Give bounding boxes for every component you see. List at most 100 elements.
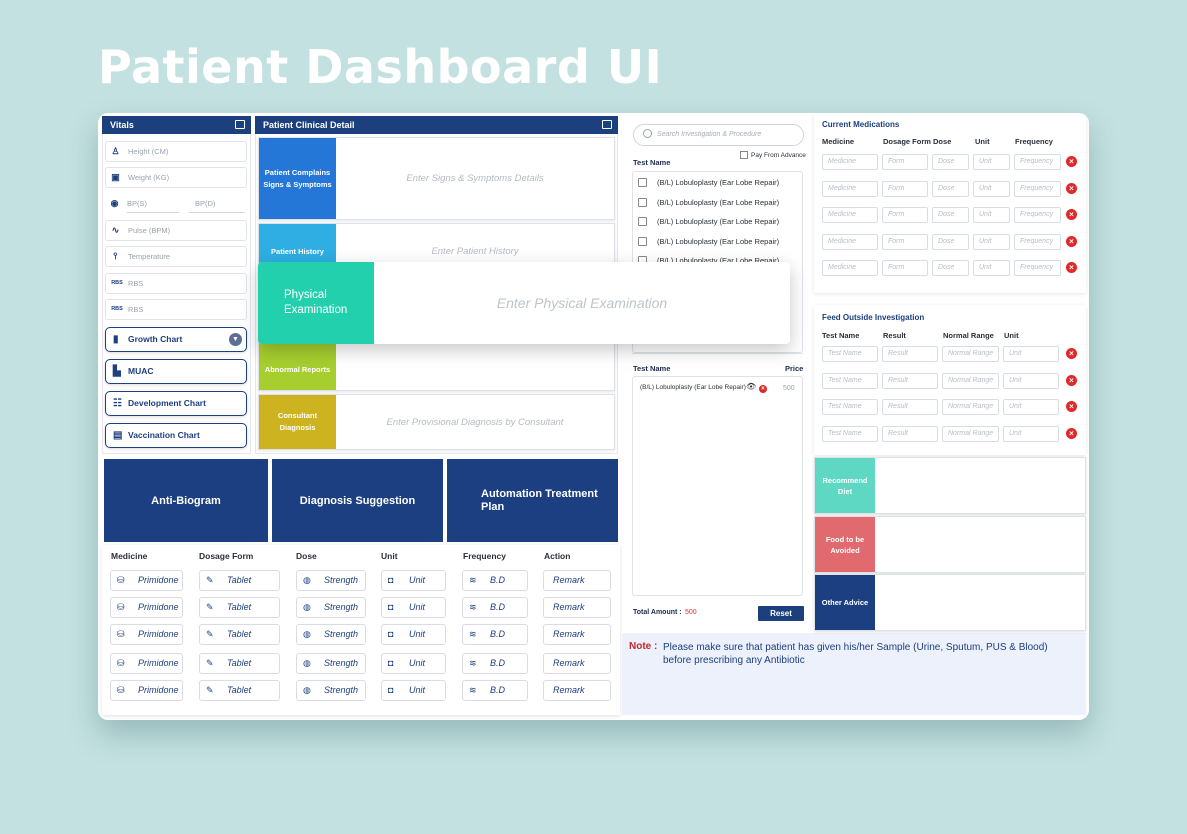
remove-icon[interactable]: × [759, 385, 767, 393]
physical-examination-input[interactable]: Enter Physical Examination [374, 262, 790, 344]
unit-cell[interactable]: ◘ Unit [381, 624, 446, 645]
abnormal-reports-input[interactable] [336, 338, 614, 390]
medication-input[interactable]: Dose [932, 207, 969, 223]
weight-field[interactable]: ▣ Weight (KG) [105, 167, 247, 188]
dose-cell[interactable]: ◍ Strength [296, 570, 366, 591]
development-chart-button[interactable]: ☷ Development Chart [105, 391, 247, 416]
rbs-field[interactable]: RBS RBS [105, 273, 247, 294]
medicine-cell[interactable]: ⛁ Primidone [110, 597, 183, 618]
medication-input[interactable]: Unit [973, 260, 1010, 276]
investigation-input[interactable]: Test Name [822, 346, 878, 362]
medicine-cell[interactable]: ⛁ Primidone [110, 570, 183, 591]
rbs-field[interactable]: RBS RBS [105, 299, 247, 320]
investigation-input[interactable]: Normal Range [942, 372, 999, 389]
investigation-input[interactable]: Test Name [822, 372, 878, 389]
recommend-diet-row[interactable]: Recommend Diet [814, 457, 1086, 514]
delete-icon[interactable]: × [1066, 209, 1077, 220]
dose-cell[interactable]: ◍ Strength [296, 680, 366, 701]
delete-icon[interactable]: × [1066, 348, 1077, 359]
checkbox[interactable] [740, 151, 748, 159]
frequency-cell[interactable]: ≋ B.D [462, 653, 528, 674]
investigation-input[interactable]: Result [882, 346, 938, 362]
medication-input[interactable]: Form [882, 180, 928, 197]
medication-input[interactable]: Frequency [1014, 260, 1061, 276]
unit-cell[interactable]: ◘ Unit [381, 597, 446, 618]
medicine-cell[interactable]: ⛁ Primidone [110, 653, 183, 674]
medication-input[interactable]: Dose [932, 260, 969, 276]
unit-cell[interactable]: ◘ Unit [381, 680, 446, 701]
medication-input[interactable]: Unit [973, 207, 1010, 223]
investigation-input[interactable]: Result [882, 372, 938, 389]
reset-button[interactable]: Reset [758, 606, 804, 621]
checkbox[interactable] [638, 217, 647, 226]
medication-input[interactable]: Unit [973, 154, 1010, 170]
other-advice-row[interactable]: Other Advice [814, 574, 1086, 631]
medication-input[interactable]: Dose [932, 154, 969, 170]
physical-examination-card[interactable]: Physical Examination Enter Physical Exam… [258, 262, 790, 344]
delete-icon[interactable]: × [1066, 156, 1077, 167]
medication-input[interactable]: Medicine [822, 154, 878, 170]
frequency-cell[interactable]: ≋ B.D [462, 624, 528, 645]
medication-input[interactable]: Form [882, 207, 928, 223]
frequency-cell[interactable]: ≋ B.D [462, 570, 528, 591]
medication-input[interactable]: Form [882, 154, 928, 170]
investigation-input[interactable]: Test Name [822, 425, 878, 442]
investigation-input[interactable]: Test Name [822, 399, 878, 415]
investigation-input[interactable]: Unit [1003, 372, 1059, 389]
remark-cell[interactable]: Remark [543, 570, 611, 591]
remark-cell[interactable]: Remark [543, 597, 611, 618]
vaccination-chart-button[interactable]: ▤ Vaccination Chart [105, 423, 247, 448]
consultant-diagnosis-input[interactable]: Enter Provisional Diagnosis by Consultan… [336, 395, 614, 449]
growth-chart-button[interactable]: ▮ Growth Chart ▼ [105, 327, 247, 352]
bp-diastolic-input[interactable]: BP(D) [189, 194, 245, 213]
signs-symptoms-input[interactable]: Enter Signs & Symptoms Details [336, 138, 614, 219]
dosage-form-cell[interactable]: ✎ Tablet [199, 653, 280, 674]
collapse-icon[interactable] [235, 120, 245, 129]
medication-input[interactable]: Dose [932, 180, 969, 197]
automation-treatment-plan-button[interactable]: Automation Treatment Plan [447, 459, 618, 542]
medication-input[interactable]: Form [882, 233, 928, 250]
medication-input[interactable]: Medicine [822, 260, 878, 276]
medication-input[interactable]: Frequency [1014, 233, 1061, 250]
investigation-input[interactable]: Normal Range [942, 346, 999, 362]
investigation-input[interactable]: Unit [1003, 425, 1059, 442]
medication-input[interactable]: Dose [932, 233, 969, 250]
pulse-field[interactable]: ∿ Pulse (BPM) [105, 220, 247, 241]
height-field[interactable]: ♙ Height (CM) [105, 141, 247, 162]
investigation-input[interactable]: Result [882, 399, 938, 415]
abnormal-reports-row[interactable]: Abnormal Reports [258, 337, 615, 391]
dose-cell[interactable]: ◍ Strength [296, 653, 366, 674]
unit-cell[interactable]: ◘ Unit [381, 653, 446, 674]
medication-input[interactable]: Form [882, 260, 928, 276]
medication-input[interactable]: Frequency [1014, 207, 1061, 223]
diagnosis-suggestion-button[interactable]: Diagnosis Suggestion [272, 459, 443, 542]
frequency-cell[interactable]: ≋ B.D [462, 597, 528, 618]
dose-cell[interactable]: ◍ Strength [296, 624, 366, 645]
investigation-input[interactable]: Unit [1003, 399, 1059, 415]
checkbox[interactable] [638, 178, 647, 187]
delete-icon[interactable]: × [1066, 427, 1077, 439]
consultant-diagnosis-row[interactable]: Consultant Diagnosis Enter Provisional D… [258, 394, 615, 450]
medicine-cell[interactable]: ⛁ Primidone [110, 680, 183, 701]
medication-input[interactable]: Medicine [822, 207, 878, 223]
medicine-cell[interactable]: ⛁ Primidone [110, 624, 183, 645]
medication-input[interactable]: Frequency [1014, 180, 1061, 197]
delete-icon[interactable]: × [1066, 262, 1077, 273]
remark-cell[interactable]: Remark [543, 680, 611, 701]
medication-input[interactable]: Unit [973, 233, 1010, 250]
collapse-icon[interactable] [602, 120, 612, 129]
delete-icon[interactable]: × [1066, 182, 1077, 194]
medication-input[interactable]: Medicine [822, 180, 878, 197]
frequency-cell[interactable]: ≋ B.D [462, 680, 528, 701]
dosage-form-cell[interactable]: ✎ Tablet [199, 680, 280, 701]
remark-cell[interactable]: Remark [543, 653, 611, 674]
signs-symptoms-row[interactable]: Patient Complains Signs & Symptoms Enter… [258, 137, 615, 220]
dosage-form-cell[interactable]: ✎ Tablet [199, 597, 280, 618]
eye-icon[interactable]: 👁 [746, 382, 756, 391]
dose-cell[interactable]: ◍ Strength [296, 597, 366, 618]
temperature-field[interactable]: ⫯ Temperature [105, 246, 247, 267]
checkbox[interactable] [638, 197, 647, 207]
medication-input[interactable]: Frequency [1014, 154, 1061, 170]
medication-input[interactable]: Medicine [822, 233, 878, 250]
delete-icon[interactable]: × [1066, 401, 1077, 412]
